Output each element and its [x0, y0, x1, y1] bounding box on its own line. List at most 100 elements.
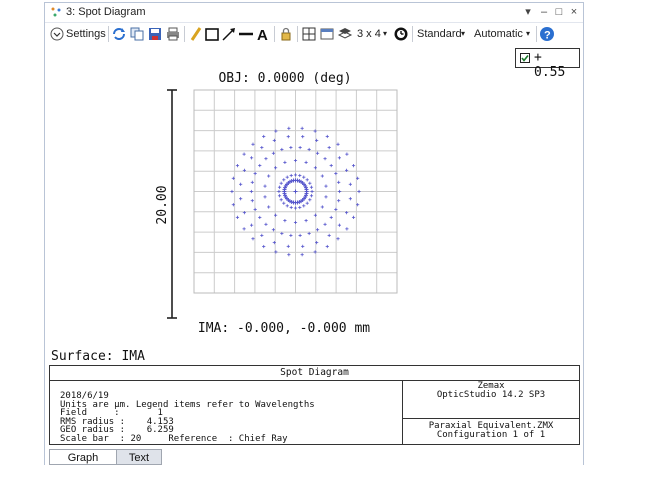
- spot-point: [289, 145, 293, 150]
- spot-point: [277, 189, 281, 194]
- spot-point: [250, 199, 254, 203]
- spot-point: [242, 227, 246, 231]
- spot-point: [289, 173, 293, 178]
- spot-point: [309, 185, 314, 189]
- spot-point: [250, 180, 254, 184]
- spot-point: [337, 199, 341, 203]
- spot-point: [336, 142, 340, 146]
- spot-point: [230, 189, 234, 194]
- spot-point: [283, 160, 287, 165]
- spot-point: [235, 215, 240, 219]
- spot-point: [302, 204, 306, 208]
- spot-point: [274, 213, 278, 217]
- info-box: Spot Diagram 2018/6/19 Units are µm. Leg…: [49, 365, 580, 445]
- spot-point: [308, 181, 312, 185]
- spot-point: [293, 173, 298, 177]
- info-product: OpticStudio 14.2 SP3: [436, 390, 546, 400]
- spot-point: [304, 218, 308, 223]
- spot-point: [298, 145, 302, 150]
- spot-point: [277, 194, 282, 198]
- spot-point: [305, 178, 309, 182]
- spot-point: [286, 244, 290, 248]
- spot-point: [313, 213, 317, 217]
- spot-point: [298, 173, 302, 178]
- spot-point: [279, 181, 283, 185]
- spot-point: [282, 178, 286, 182]
- spot-point: [309, 194, 314, 198]
- spot-point: [315, 228, 320, 232]
- spot-point: [348, 182, 352, 186]
- plot-title: OBJ: 0.0000 (deg): [218, 71, 351, 86]
- spot-point: [308, 198, 312, 202]
- spot-point: [287, 126, 291, 130]
- spot-point: [282, 201, 286, 205]
- spot-point: [260, 233, 264, 237]
- spot-point: [337, 223, 341, 227]
- spot-point: [298, 205, 302, 210]
- spot-point: [263, 184, 267, 188]
- spot-point: [298, 233, 302, 238]
- tab-text[interactable]: Text: [116, 449, 162, 465]
- spot-point: [338, 189, 342, 194]
- spot-point: [302, 175, 306, 179]
- plot-footer: IMA: -0.000, -0.000 mm: [198, 321, 370, 336]
- spot-point: [345, 227, 349, 231]
- spot-point: [327, 233, 331, 237]
- spot-point: [242, 152, 246, 156]
- spot-point: [271, 151, 276, 155]
- spot-point: [334, 207, 338, 212]
- spot-point: [289, 205, 293, 210]
- spot-point: [239, 197, 243, 201]
- spot-point: [250, 156, 254, 160]
- info-configuration: Configuration 1 of 1: [436, 430, 546, 440]
- spot-point: [351, 164, 356, 168]
- spot-point: [267, 174, 271, 178]
- spot-point: [277, 185, 282, 189]
- spot-point: [334, 171, 338, 176]
- spot-point: [267, 205, 271, 209]
- spot-point: [325, 244, 329, 249]
- spot-point: [293, 206, 298, 210]
- spot-point: [239, 182, 243, 186]
- tab-bar: Graph Text: [45, 446, 583, 465]
- spot-point: [357, 189, 361, 194]
- info-divider: [403, 418, 579, 419]
- spot-point: [324, 184, 328, 188]
- spot-point: [289, 233, 293, 238]
- spot-point: [323, 157, 327, 161]
- spot-point: [264, 157, 268, 161]
- info-header: Spot Diagram: [50, 366, 579, 381]
- spot-point: [336, 237, 340, 241]
- spot-point: [310, 189, 314, 194]
- spot-point: [271, 228, 276, 232]
- tab-graph-label: Graph: [67, 452, 99, 464]
- spot-point: [258, 163, 262, 168]
- spot-point: [345, 152, 349, 156]
- spot-point: [329, 163, 333, 168]
- spot-point: [287, 253, 291, 257]
- spot-point: [293, 158, 298, 163]
- spot-point: [279, 198, 283, 202]
- spot-diagram-window: 3: Spot Diagram ▾ – □ × Settings A 3 x 4…: [44, 2, 584, 465]
- spot-point: [304, 160, 308, 165]
- surface-label: Surface: IMA: [51, 349, 145, 364]
- spot-point: [325, 134, 329, 139]
- spot-point: [286, 135, 290, 139]
- spot-point: [300, 126, 304, 130]
- spot-point: [300, 253, 304, 257]
- spot-point: [262, 244, 266, 249]
- spot-point: [351, 215, 356, 219]
- spot-point: [274, 166, 278, 170]
- spot-point: [264, 222, 268, 226]
- spot-point: [293, 189, 298, 194]
- spot-point: [348, 197, 352, 201]
- spot-diagram-plot: OBJ: 0.0000 (deg) 20.00 IMA: -0.000, -0.…: [155, 71, 398, 336]
- tab-graph[interactable]: Graph: [49, 449, 117, 465]
- spot-point: [285, 204, 289, 208]
- spot-point: [250, 223, 254, 227]
- spot-point: [253, 171, 257, 176]
- spot-point: [293, 220, 298, 225]
- scale-bar-label: 20.00: [155, 185, 170, 224]
- spot-point: [301, 244, 305, 248]
- spot-point: [329, 215, 333, 220]
